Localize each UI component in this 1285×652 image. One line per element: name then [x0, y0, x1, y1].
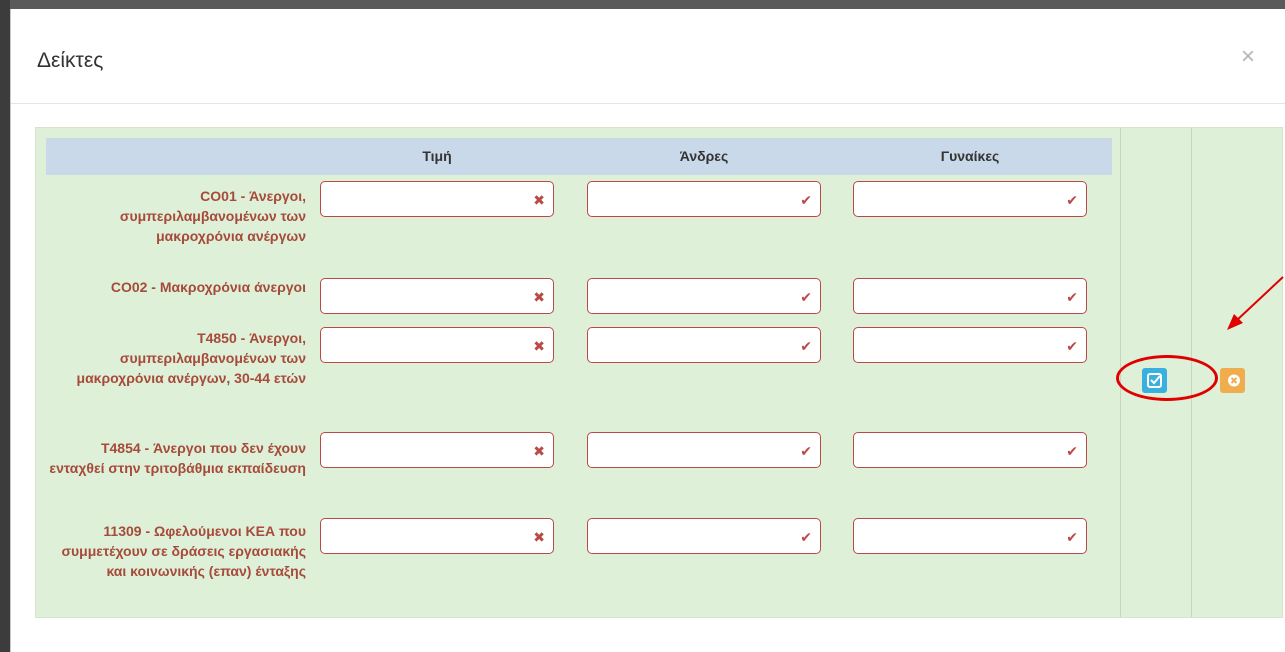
- men-input[interactable]: [588, 182, 804, 216]
- column-header-men: Άνδρες: [679, 148, 729, 164]
- value-field[interactable]: ✖: [320, 181, 554, 217]
- cancel-x-icon: [1228, 374, 1240, 387]
- women-input[interactable]: [854, 328, 1070, 362]
- value-input[interactable]: [321, 328, 537, 362]
- indicator-label-t4850: T4850 - Άνεργοι, συμπεριλαμβανομένων των…: [76, 330, 307, 386]
- women-field[interactable]: ✔: [853, 518, 1087, 554]
- error-x-icon: ✖: [533, 529, 545, 545]
- backdrop-left: [0, 0, 10, 652]
- women-field[interactable]: ✔: [853, 181, 1087, 217]
- men-field[interactable]: ✔: [587, 327, 821, 363]
- check-icon: ✔: [800, 338, 812, 354]
- men-field[interactable]: ✔: [587, 181, 821, 217]
- error-x-icon: ✖: [533, 338, 545, 354]
- indicator-label-co02: CO02 - Μακροχρόνια άνεργοι: [110, 279, 306, 295]
- women-input[interactable]: [854, 519, 1070, 553]
- indicator-label-co01: CO01 - Άνεργοι, συμπεριλαμβανομένων των …: [119, 188, 306, 244]
- dialog-header: Δείκτες ×: [11, 9, 1285, 104]
- check-icon: ✔: [1066, 289, 1078, 305]
- women-field[interactable]: ✔: [853, 432, 1087, 468]
- value-input[interactable]: [321, 519, 537, 553]
- annotation-ellipse: [1116, 355, 1218, 401]
- indicators-dialog: Δείκτες × Τιμή Άνδρες Γυναίκες CO01 - Άν…: [10, 9, 1285, 652]
- indicators-panel: Τιμή Άνδρες Γυναίκες CO01 - Άνεργοι, συμ…: [35, 127, 1283, 618]
- close-button[interactable]: ×: [1237, 45, 1259, 69]
- women-field[interactable]: ✔: [853, 327, 1087, 363]
- error-x-icon: ✖: [533, 443, 545, 459]
- check-icon: ✔: [1066, 192, 1078, 208]
- check-icon: ✔: [1066, 338, 1078, 354]
- column-header-value: Τιμή: [422, 148, 452, 164]
- error-x-icon: ✖: [533, 192, 545, 208]
- backdrop-top: [0, 0, 1285, 9]
- women-input[interactable]: [854, 182, 1070, 216]
- check-icon: ✔: [800, 529, 812, 545]
- women-field[interactable]: ✔: [853, 278, 1087, 314]
- table-header: Τιμή Άνδρες Γυναίκες: [46, 138, 1112, 175]
- check-icon: ✔: [800, 443, 812, 459]
- check-icon: ✔: [800, 289, 812, 305]
- value-field[interactable]: ✖: [320, 518, 554, 554]
- check-icon: ✔: [800, 192, 812, 208]
- indicator-label-11309: 11309 - Ωφελούμενοι ΚΕΑ που συμμετέχουν …: [61, 523, 306, 579]
- women-input[interactable]: [854, 433, 1070, 467]
- value-field[interactable]: ✖: [320, 327, 554, 363]
- men-field[interactable]: ✔: [587, 278, 821, 314]
- check-icon: ✔: [1066, 529, 1078, 545]
- cancel-button[interactable]: [1220, 368, 1245, 393]
- men-field[interactable]: ✔: [587, 518, 821, 554]
- dialog-title: Δείκτες: [37, 49, 104, 72]
- check-icon: ✔: [1066, 443, 1078, 459]
- men-input[interactable]: [588, 433, 804, 467]
- men-input[interactable]: [588, 328, 804, 362]
- indicator-label-t4854: T4854 - Άνεργοι που δεν έχουν ενταχθεί σ…: [49, 440, 306, 476]
- value-field[interactable]: ✖: [320, 278, 554, 314]
- value-input[interactable]: [321, 433, 537, 467]
- men-input[interactable]: [588, 519, 804, 553]
- men-input[interactable]: [588, 279, 804, 313]
- value-field[interactable]: ✖: [320, 432, 554, 468]
- value-input[interactable]: [321, 182, 537, 216]
- value-input[interactable]: [321, 279, 537, 313]
- men-field[interactable]: ✔: [587, 432, 821, 468]
- women-input[interactable]: [854, 279, 1070, 313]
- error-x-icon: ✖: [533, 289, 545, 305]
- column-header-women: Γυναίκες: [940, 148, 1000, 164]
